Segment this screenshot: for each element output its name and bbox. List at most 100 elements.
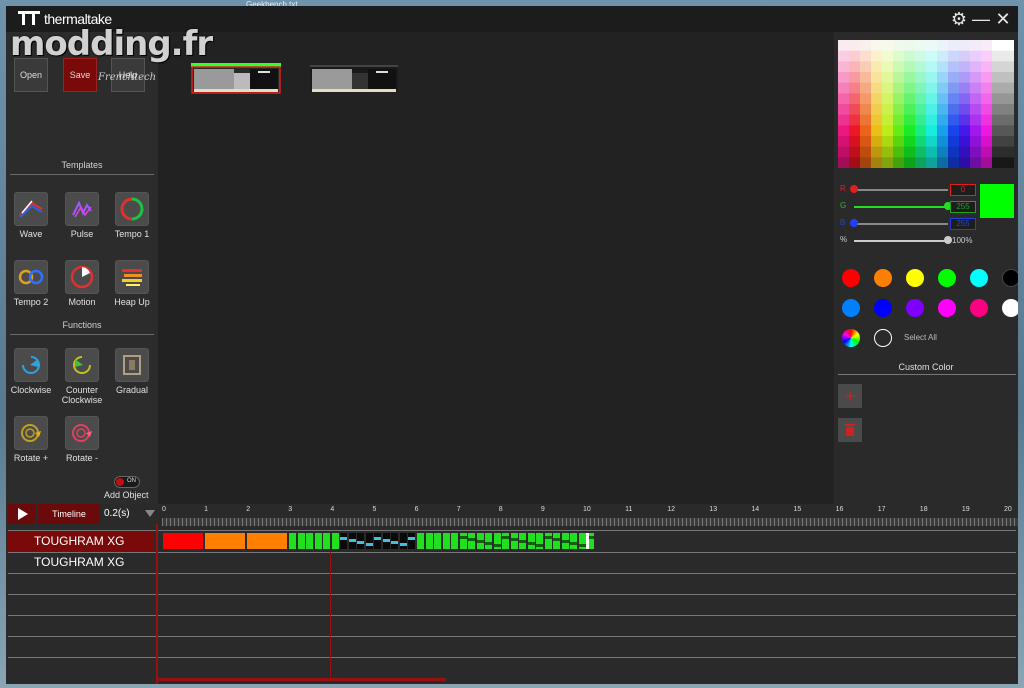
help-button[interactable]: Help	[111, 58, 145, 92]
effect-frame-green[interactable]	[527, 533, 535, 549]
palette-cell[interactable]	[981, 61, 993, 73]
effect-frame-green[interactable]	[570, 533, 577, 549]
palette-cell[interactable]	[959, 93, 971, 105]
palette-cell[interactable]	[948, 93, 960, 105]
effect-frame-green[interactable]	[485, 533, 492, 549]
step-interval[interactable]: 0.2(s)	[104, 508, 130, 519]
palette-cell[interactable]	[904, 93, 916, 105]
palette-cell[interactable]	[959, 72, 971, 84]
function-rotate-minus[interactable]: Rotate -	[59, 416, 105, 463]
effect-block-red[interactable]	[163, 533, 203, 549]
palette-cell[interactable]	[948, 61, 960, 73]
palette-cell[interactable]	[926, 40, 938, 52]
effect-frame-shade[interactable]	[578, 544, 586, 547]
design-canvas[interactable]	[158, 32, 834, 504]
green-value-field[interactable]: 255	[950, 201, 976, 213]
template-pulse[interactable]: Pulse	[59, 192, 105, 239]
blue-value-field[interactable]: 255	[950, 218, 976, 230]
palette-cell[interactable]	[849, 157, 861, 168]
palette-cell[interactable]	[1003, 50, 1014, 62]
function-gradual[interactable]: Gradual	[109, 348, 155, 395]
palette-cell[interactable]	[893, 136, 905, 148]
palette-cell[interactable]	[904, 136, 916, 148]
palette-cell[interactable]	[860, 114, 872, 126]
palette-cell[interactable]	[970, 40, 982, 52]
palette-cell[interactable]	[882, 114, 894, 126]
preset-color-swatch[interactable]	[906, 299, 924, 317]
track-toughram-xg-1[interactable]: TOUGHRAM XG	[8, 531, 154, 551]
effect-frame-shade[interactable]	[570, 542, 577, 545]
palette-cell[interactable]	[904, 82, 916, 94]
palette-cell[interactable]	[926, 146, 938, 158]
palette-cell[interactable]	[838, 146, 850, 158]
effect-frame-green[interactable]	[425, 533, 433, 549]
preset-color-swatch[interactable]	[906, 269, 924, 287]
effect-frame-green[interactable]	[417, 533, 424, 549]
palette-cell[interactable]	[893, 40, 905, 52]
palette-cell[interactable]	[926, 61, 938, 73]
palette-cell[interactable]	[849, 82, 861, 94]
effect-frame-cyan[interactable]	[391, 541, 398, 544]
brightness-slider[interactable]: % 100%	[840, 235, 980, 247]
palette-cell[interactable]	[992, 72, 1004, 84]
palette-cell[interactable]	[860, 146, 872, 158]
preset-color-swatch[interactable]	[970, 269, 988, 287]
palette-cell[interactable]	[1003, 114, 1014, 126]
effect-frame-shade[interactable]	[544, 536, 552, 539]
palette-cell[interactable]	[849, 50, 861, 62]
template-motion[interactable]: Motion	[59, 260, 105, 307]
palette-cell[interactable]	[959, 61, 971, 73]
palette-cell[interactable]	[981, 157, 993, 168]
palette-cell[interactable]	[915, 157, 927, 168]
palette-cell[interactable]	[838, 125, 850, 137]
palette-cell[interactable]	[1003, 40, 1014, 52]
palette-cell[interactable]	[937, 72, 949, 84]
palette-cell[interactable]	[849, 93, 861, 105]
preset-color-swatch[interactable]	[1002, 269, 1018, 287]
palette-cell[interactable]	[1003, 146, 1014, 158]
palette-cell[interactable]	[948, 125, 960, 137]
effect-frame-green[interactable]	[331, 533, 339, 549]
effect-frame-cyan[interactable]	[357, 541, 364, 544]
palette-cell[interactable]	[992, 50, 1004, 62]
palette-cell[interactable]	[871, 125, 883, 137]
effect-frame-dark[interactable]	[374, 533, 381, 549]
palette-cell[interactable]	[937, 40, 949, 52]
palette-cell[interactable]	[871, 72, 883, 84]
effect-frame-cyan[interactable]	[374, 537, 381, 540]
palette-cell[interactable]	[893, 93, 905, 105]
color-palette-grid[interactable]	[838, 40, 1014, 168]
green-slider[interactable]: G 255	[840, 201, 980, 213]
palette-cell[interactable]	[981, 40, 993, 52]
template-tempo-2[interactable]: Tempo 2	[8, 260, 54, 307]
palette-cell[interactable]	[860, 104, 872, 116]
empty-color-icon[interactable]	[874, 329, 892, 347]
delete-custom-color-button[interactable]	[838, 418, 862, 442]
palette-cell[interactable]	[926, 114, 938, 126]
ram-module-selected[interactable]	[190, 62, 282, 94]
palette-cell[interactable]	[970, 125, 982, 137]
select-all-button[interactable]: Select All	[904, 333, 937, 342]
palette-cell[interactable]	[926, 82, 938, 94]
palette-cell[interactable]	[959, 146, 971, 158]
palette-cell[interactable]	[871, 50, 883, 62]
palette-cell[interactable]	[948, 104, 960, 116]
play-button[interactable]	[8, 504, 36, 524]
palette-cell[interactable]	[1003, 157, 1014, 168]
palette-cell[interactable]	[871, 146, 883, 158]
effect-frame-green[interactable]	[442, 533, 450, 549]
effect-frame-green[interactable]	[510, 533, 518, 549]
palette-cell[interactable]	[871, 157, 883, 168]
palette-cell[interactable]	[981, 125, 993, 137]
effect-frame-cyan[interactable]	[340, 537, 347, 540]
palette-cell[interactable]	[1003, 125, 1014, 137]
palette-cell[interactable]	[871, 61, 883, 73]
palette-cell[interactable]	[992, 136, 1004, 148]
palette-cell[interactable]	[838, 82, 850, 94]
palette-cell[interactable]	[948, 40, 960, 52]
palette-cell[interactable]	[992, 125, 1004, 137]
palette-cell[interactable]	[904, 40, 916, 52]
palette-cell[interactable]	[849, 114, 861, 126]
effect-block-orange[interactable]	[205, 533, 245, 549]
template-heap-up[interactable]: Heap Up	[109, 260, 155, 307]
